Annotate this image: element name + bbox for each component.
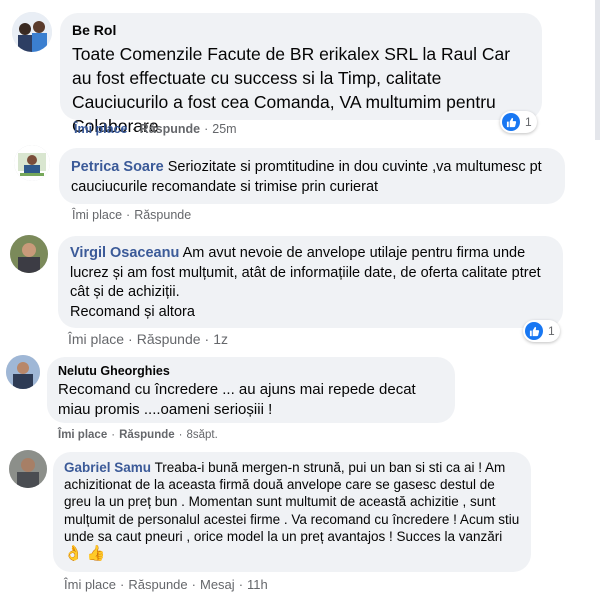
timestamp[interactable]: 1z: [213, 331, 228, 347]
avatar-image: [14, 145, 50, 181]
like-button[interactable]: Îmi place: [68, 331, 124, 347]
comment-bubble: Be Rol Toate Comenzile Facute de BR erik…: [60, 13, 542, 136]
avatar[interactable]: [14, 145, 50, 181]
reaction-count[interactable]: 1: [523, 320, 560, 342]
like-icon: [502, 113, 520, 131]
reaction-number: 1: [548, 324, 555, 338]
like-button[interactable]: Îmi place: [58, 429, 107, 441]
reply-button[interactable]: Răspunde: [128, 577, 187, 592]
comment-text-line: Recomand și altora: [70, 303, 195, 320]
comment-author[interactable]: Petrica Soare: [71, 159, 164, 175]
comment-text: Recomand cu încredere ... au ajuns mai r…: [58, 381, 416, 418]
reply-button[interactable]: Răspunde: [137, 331, 201, 347]
comment-actions: Îmi place · Răspunde: [72, 208, 192, 222]
like-button[interactable]: Îmi place: [74, 122, 128, 136]
avatar[interactable]: [10, 235, 48, 273]
comment-bubble: Petrica Soare Seriozitate si promtitudin…: [59, 148, 565, 204]
comment-actions: Îmi place · Răspunde · Mesaj · 11h: [64, 577, 268, 592]
comment-bubble: Gabriel Samu Treaba-i bună mergen-n stru…: [53, 452, 531, 572]
reaction-count[interactable]: 1: [500, 111, 537, 133]
avatar-image: [10, 235, 48, 273]
timestamp[interactable]: 25m: [212, 122, 236, 136]
comment-author[interactable]: Gabriel Samu: [64, 460, 151, 475]
comment-actions: Îmi place · Răspunde · 25m: [74, 122, 237, 136]
message-button[interactable]: Mesaj: [200, 577, 235, 592]
avatar[interactable]: [6, 355, 40, 389]
reaction-number: 1: [525, 115, 532, 129]
avatar-image: [12, 12, 52, 52]
comment-author[interactable]: Nelutu Gheorghies: [58, 364, 444, 378]
like-icon: [525, 322, 543, 340]
timestamp[interactable]: 8săpt.: [187, 429, 218, 441]
like-button[interactable]: Îmi place: [72, 208, 122, 222]
emoji: 👌 👍: [64, 545, 106, 563]
avatar[interactable]: [12, 12, 52, 52]
comment-actions: Îmi place · Răspunde · 1z: [68, 331, 228, 347]
like-button[interactable]: Îmi place: [64, 577, 116, 592]
scrollbar[interactable]: [595, 0, 600, 140]
reply-button[interactable]: Răspunde: [134, 208, 191, 222]
comment-bubble: Nelutu Gheorghies Recomand cu încredere …: [47, 357, 455, 423]
comment-actions: Îmi place · Răspunde · 8săpt.: [58, 429, 218, 441]
avatar-image: [6, 355, 40, 389]
reply-button[interactable]: Răspunde: [119, 429, 175, 441]
avatar[interactable]: [9, 450, 47, 488]
comment-author[interactable]: Virgil Osaceanu: [70, 245, 179, 261]
timestamp[interactable]: 11h: [247, 577, 268, 592]
avatar-image: [9, 450, 47, 488]
comment-author[interactable]: Be Rol: [72, 22, 530, 38]
comment-bubble: Virgil Osaceanu Am avut nevoie de anvelo…: [58, 236, 563, 328]
reply-button[interactable]: Răspunde: [140, 122, 200, 136]
